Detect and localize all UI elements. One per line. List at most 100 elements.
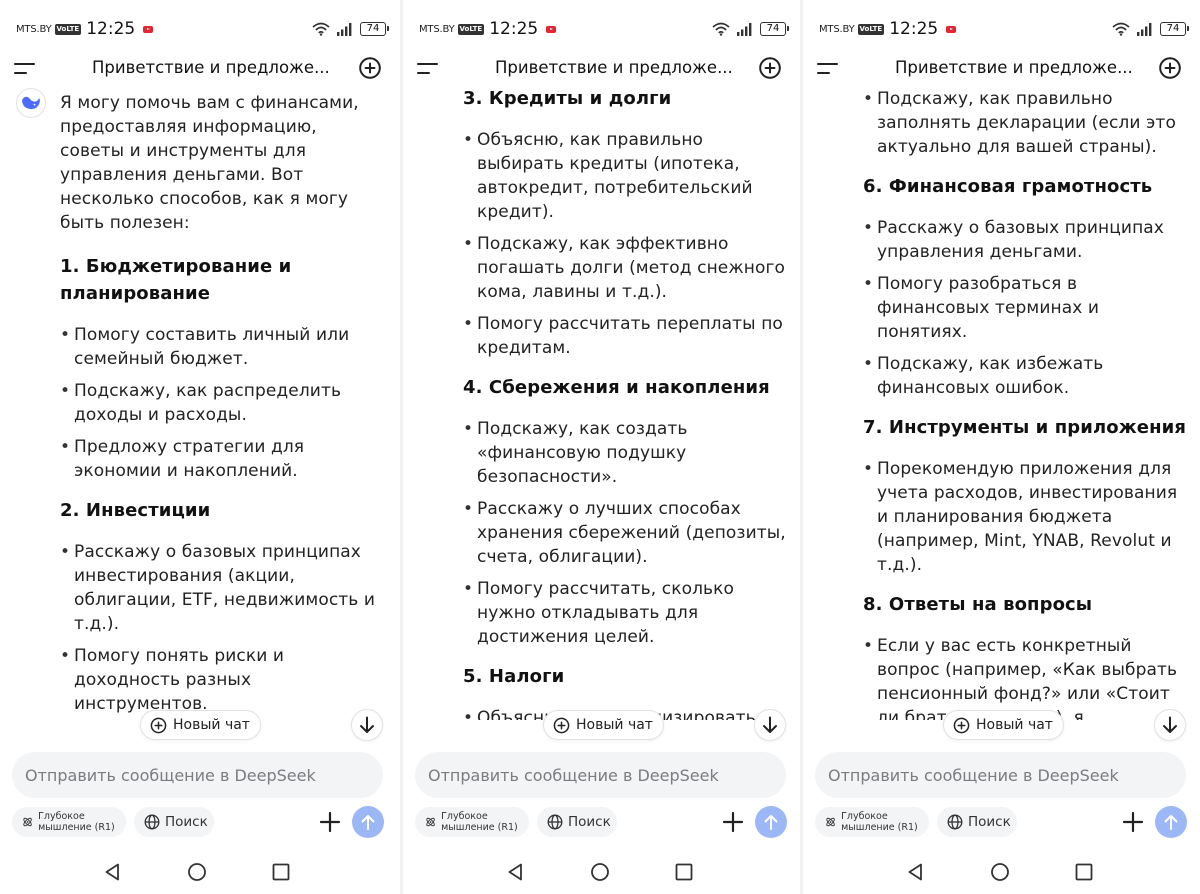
atom-icon	[426, 817, 435, 827]
search-label: Поиск	[165, 814, 208, 830]
bullet-list: Помогу составить личный или семейный бюд…	[60, 323, 386, 483]
deep-think-label: Глубокое мышление (R1)	[441, 811, 518, 833]
list-item: Предложу стратегии для экономии и накопл…	[60, 435, 386, 483]
search-toggle[interactable]: Поиск	[134, 807, 214, 837]
deep-think-label: Глубокое мышление (R1)	[841, 811, 918, 833]
deepseek-avatar	[16, 88, 46, 118]
top-bar: Приветствие и предложе...	[403, 52, 800, 86]
new-chat-plus-icon	[553, 717, 570, 733]
deep-think-toggle[interactable]: Глубокое мышление (R1)	[815, 807, 929, 837]
status-bar: MTS.BY VoLTE 12:25 74	[16, 18, 389, 40]
circle-home-icon[interactable]	[990, 862, 1010, 882]
menu-icon[interactable]	[417, 61, 439, 77]
square-recents-icon[interactable]	[1074, 862, 1094, 882]
attach-plus-icon[interactable]	[318, 810, 342, 834]
new-chat-plus-icon	[150, 717, 167, 733]
new-chat-label: Новый чат	[576, 717, 653, 733]
square-recents-icon[interactable]	[674, 862, 694, 882]
message-input-box[interactable]	[415, 752, 786, 798]
bullet-list: Расскажу о базовых принципах управления …	[863, 216, 1186, 400]
atom-icon	[826, 817, 835, 827]
list-item: Расскажу о базовых принципах инвестирова…	[60, 540, 386, 636]
send-button[interactable]	[352, 806, 384, 838]
message-input[interactable]	[428, 765, 786, 785]
deep-think-label: Глубокое мышление (R1)	[38, 811, 115, 833]
bullet-list: Расскажу о базовых принципах инвестирова…	[60, 540, 386, 720]
search-toggle[interactable]: Поиск	[937, 807, 1017, 837]
chat-title: Приветствие и предложе...	[495, 58, 733, 77]
circle-home-icon[interactable]	[590, 862, 610, 882]
menu-icon[interactable]	[817, 61, 839, 77]
arrow-up-icon	[764, 815, 778, 830]
triangle-back-icon[interactable]	[906, 862, 926, 882]
youtube-notification-icon	[143, 25, 154, 33]
send-button[interactable]	[1155, 806, 1187, 838]
list-item: Подскажу, как создать «финансовую подушк…	[463, 417, 786, 489]
attach-plus-icon[interactable]	[721, 810, 745, 834]
list-item: Объясню, как правильно выбирать кредиты …	[463, 128, 786, 224]
circle-home-icon[interactable]	[187, 862, 207, 882]
scroll-down-button[interactable]	[754, 709, 786, 741]
list-item: Подскажу, как эффективно погашать долги …	[463, 232, 786, 304]
message-input-box[interactable]	[815, 752, 1186, 798]
chat-title: Приветствие и предложе...	[92, 58, 330, 77]
section-heading: 4. Сбережения и накопления	[463, 377, 770, 398]
wifi-icon	[1112, 22, 1130, 36]
assistant-message: 3. Кредиты и долги Объясню, как правильно…	[463, 88, 786, 720]
signal-icon	[737, 22, 752, 36]
arrow-up-icon	[1164, 815, 1178, 830]
phone-screen-2: MTS.BY VoLTE 12:25 74 Приветствие и пред…	[400, 0, 800, 894]
new-chat-icon[interactable]	[358, 56, 382, 80]
battery-icon: 74	[760, 22, 789, 36]
composer-controls: Глубокое мышление (R1) Поиск	[415, 806, 787, 838]
deep-think-toggle[interactable]: Глубокое мышление (R1)	[12, 807, 126, 837]
status-bar: MTS.BY VoLTE 12:25 74	[819, 18, 1189, 40]
wifi-icon	[712, 22, 730, 36]
youtube-notification-icon	[546, 25, 557, 33]
composer-controls: Глубокое мышление (R1) Поиск	[815, 806, 1187, 838]
chat-messages[interactable]: 3. Кредиты и долги Объясню, как правильно…	[403, 88, 800, 720]
clock: 12:25	[889, 19, 939, 39]
list-item: Подскажу, как избежать финансовых ошибок…	[863, 352, 1186, 400]
battery-icon: 74	[360, 22, 389, 36]
new-chat-icon[interactable]	[1158, 56, 1182, 80]
chat-messages[interactable]: Я могу помочь вам с финансами, предостав…	[0, 88, 400, 720]
carrier-label: MTS.BY	[819, 23, 855, 35]
message-input[interactable]	[25, 765, 383, 785]
volte-badge: VoLTE	[54, 23, 82, 35]
deep-think-toggle[interactable]: Глубокое мышление (R1)	[415, 807, 529, 837]
triangle-back-icon[interactable]	[103, 862, 123, 882]
menu-icon[interactable]	[14, 61, 36, 77]
wifi-icon	[312, 22, 330, 36]
attach-plus-icon[interactable]	[1121, 810, 1145, 834]
chat-messages[interactable]: Подскажу, как правильно заполнять деклар…	[803, 88, 1200, 720]
message-input[interactable]	[828, 765, 1186, 785]
message-paragraph: Я могу помочь вам с финансами, предостав…	[60, 93, 359, 233]
assistant-message: Подскажу, как правильно заполнять деклар…	[863, 88, 1186, 720]
section-heading: 3. Кредиты и долги	[463, 88, 672, 109]
status-bar: MTS.BY VoLTE 12:25 74	[419, 18, 789, 40]
status-icons: 74	[1112, 22, 1189, 36]
triangle-back-icon[interactable]	[506, 862, 526, 882]
arrow-down-icon	[1163, 716, 1177, 733]
list-item: Помогу рассчитать, сколько нужно отклады…	[463, 577, 786, 649]
new-chat-button[interactable]: Новый чат	[943, 710, 1064, 740]
scroll-down-button[interactable]	[351, 709, 383, 741]
new-chat-button[interactable]: Новый чат	[543, 710, 664, 740]
scroll-down-button[interactable]	[1154, 709, 1186, 741]
bullet-list: Если у вас есть конкретный вопрос (напри…	[863, 634, 1186, 720]
square-recents-icon[interactable]	[271, 862, 291, 882]
message-input-box[interactable]	[12, 752, 383, 798]
new-chat-plus-icon	[953, 717, 970, 733]
new-chat-icon[interactable]	[758, 56, 782, 80]
volte-badge: VoLTE	[457, 23, 485, 35]
carrier-label: MTS.BY	[419, 23, 455, 35]
send-button[interactable]	[755, 806, 787, 838]
new-chat-button[interactable]: Новый чат	[140, 710, 261, 740]
search-toggle[interactable]: Поиск	[537, 807, 617, 837]
top-bar: Приветствие и предложе...	[803, 52, 1200, 86]
bullet-list: Порекомендую приложения для учета расход…	[863, 457, 1186, 577]
list-item: Расскажу о базовых принципах управления …	[863, 216, 1186, 264]
arrow-up-icon	[361, 815, 375, 830]
section-heading: 1. Бюджетирование и планирование	[60, 256, 292, 304]
